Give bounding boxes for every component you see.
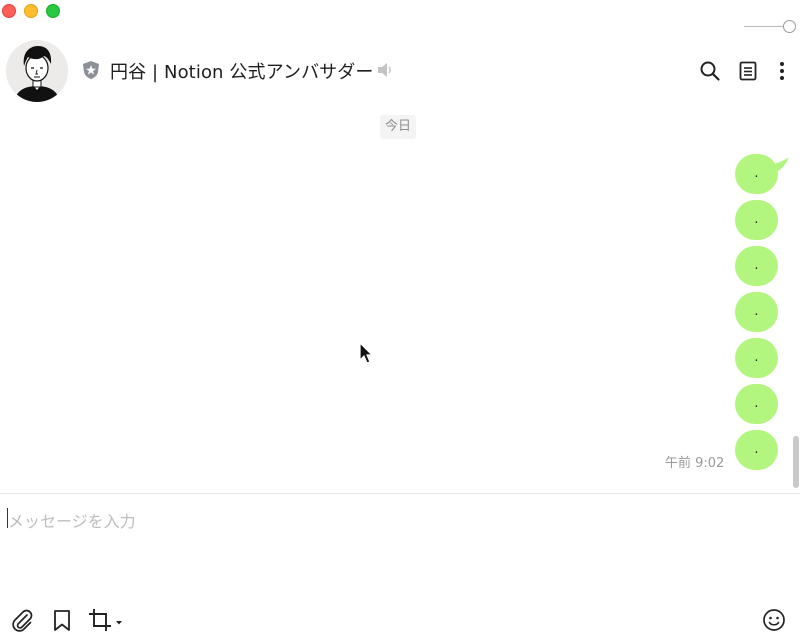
- search-icon[interactable]: [699, 60, 721, 82]
- opacity-slider[interactable]: [744, 20, 796, 34]
- chat-header: 円谷 | Notion 公式アンバサダー: [0, 38, 800, 104]
- window-controls: [2, 4, 60, 18]
- emoji-icon[interactable]: [762, 608, 786, 632]
- paperclip-icon[interactable]: [10, 608, 34, 632]
- message-bubble[interactable]: .: [735, 338, 778, 378]
- official-account-shield-icon: [81, 60, 101, 80]
- chat-scrollbar[interactable]: [793, 436, 799, 488]
- composer-divider: [0, 493, 800, 494]
- crop-icon[interactable]: [88, 608, 124, 632]
- message-bubble[interactable]: .: [735, 430, 778, 470]
- illustrated-person-avatar-icon: [6, 40, 68, 102]
- text-caret: [7, 508, 8, 528]
- maximize-window-button[interactable]: [46, 4, 60, 18]
- message-input[interactable]: [6, 504, 786, 594]
- speaker-icon[interactable]: [376, 61, 394, 79]
- notes-icon[interactable]: [737, 60, 759, 82]
- avatar[interactable]: [6, 40, 68, 102]
- message-bubble[interactable]: .: [735, 292, 778, 332]
- bookmark-icon[interactable]: [50, 608, 74, 632]
- more-vertical-icon[interactable]: [771, 60, 793, 82]
- message-bubble[interactable]: .: [735, 384, 778, 424]
- message-timestamp: 午前 9:02: [665, 456, 725, 471]
- mouse-pointer-icon: [359, 342, 374, 364]
- opacity-slider-knob[interactable]: [783, 20, 796, 33]
- close-window-button[interactable]: [2, 4, 16, 18]
- opacity-slider-track: [744, 26, 786, 27]
- bubble-tail-icon: [768, 157, 789, 173]
- message-bubble[interactable]: .: [735, 246, 778, 286]
- message-bubble[interactable]: .: [735, 200, 778, 240]
- chat-title: 円谷 | Notion 公式アンバサダー: [110, 62, 374, 83]
- minimize-window-button[interactable]: [24, 4, 38, 18]
- date-separator: 今日: [380, 115, 417, 139]
